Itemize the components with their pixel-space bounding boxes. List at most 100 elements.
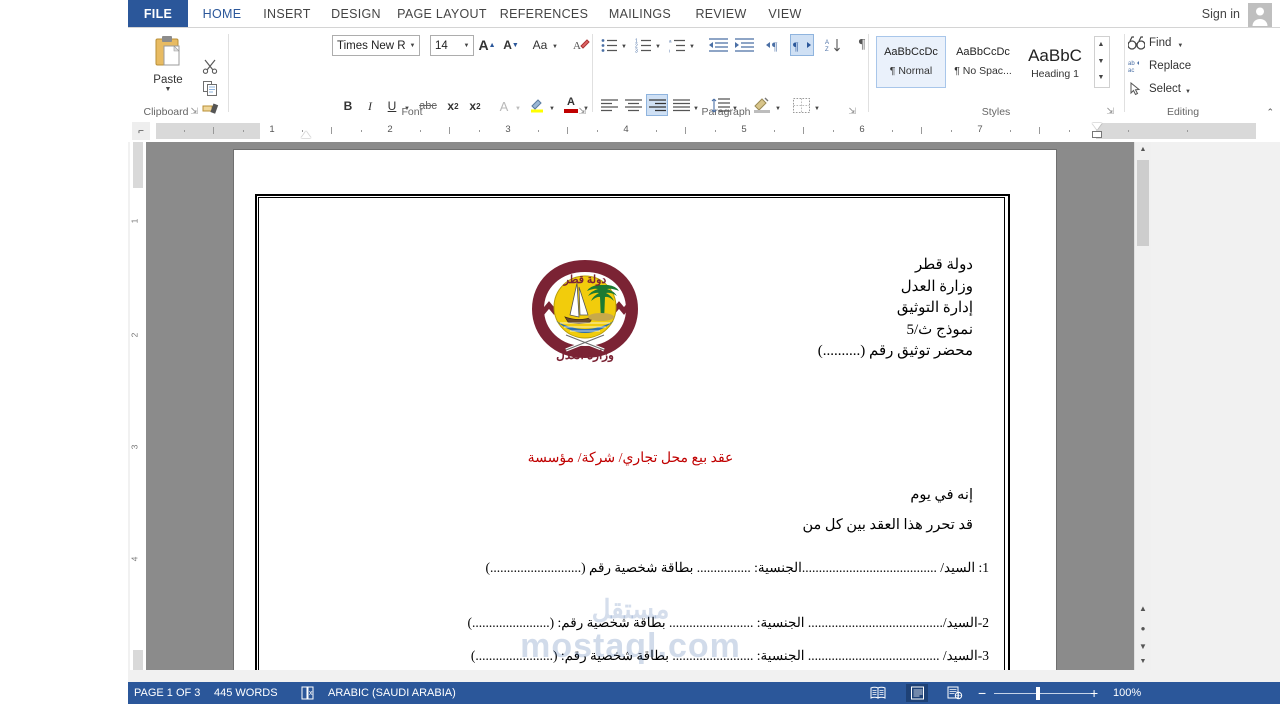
tab-design[interactable]: DESIGN: [324, 0, 388, 28]
zoom-level[interactable]: 100%: [1113, 682, 1141, 704]
scrollbar-thumb[interactable]: [1137, 160, 1149, 246]
bullets-caret[interactable]: ▼: [621, 44, 627, 50]
zoom-slider-track[interactable]: [994, 693, 1094, 694]
group-separator: [228, 34, 229, 112]
zoom-slider-handle[interactable]: [1036, 687, 1040, 700]
multilevel-caret[interactable]: ▼: [689, 44, 695, 50]
group-label-editing: Editing: [1166, 106, 1200, 118]
find-button[interactable]: Find ▼: [1128, 32, 1183, 54]
more-styles-icon[interactable]: ▼: [1095, 70, 1107, 86]
group-separator: [1124, 34, 1125, 112]
style-item-no-spacing[interactable]: AaBbCcDc ¶ No Spac...: [948, 36, 1018, 88]
scroll-down-arrow[interactable]: ▼: [1135, 654, 1151, 670]
grow-font-label: A: [478, 37, 489, 53]
header-line: وزارة العدل: [900, 278, 973, 295]
vertical-scrollbar[interactable]: ▲ ▲ ● ▼ ▼: [1134, 142, 1151, 670]
document-content[interactable]: دولة قطر وزارة العدل دولة قطر وزارة العد…: [258, 197, 1003, 670]
font-dialog-launcher[interactable]: ⇲: [578, 106, 586, 117]
select-browse-object-icon[interactable]: ●: [1135, 620, 1151, 638]
collapse-ribbon-button[interactable]: ⌃: [1266, 107, 1274, 118]
numbering-caret[interactable]: ▼: [655, 44, 661, 50]
copy-button[interactable]: [202, 80, 222, 100]
styles-dialog-launcher[interactable]: ⇲: [1106, 106, 1114, 117]
tab-file[interactable]: FILE: [128, 0, 188, 28]
line-spacing-icon[interactable]: [708, 94, 732, 116]
decrease-indent-icon[interactable]: [706, 34, 730, 56]
format-painter-button[interactable]: [202, 100, 222, 120]
replace-button[interactable]: ab ac Replace: [1128, 55, 1191, 77]
svg-text:¶: ¶: [772, 39, 778, 52]
ruler-number: 3: [505, 124, 511, 135]
paste-button[interactable]: Paste ▼: [144, 32, 192, 104]
shrink-font-button[interactable]: A ▼: [500, 34, 522, 56]
previous-page-icon[interactable]: ▲: [1135, 600, 1151, 618]
cut-button[interactable]: [202, 58, 222, 78]
pilcrow-icon[interactable]: ¶: [852, 34, 872, 56]
zoom-out-button[interactable]: −: [978, 682, 986, 704]
paste-dropdown-caret[interactable]: ▼: [144, 86, 192, 93]
find-caret[interactable]: ▼: [1177, 43, 1183, 49]
tab-insert[interactable]: INSERT: [256, 0, 318, 28]
borders-caret[interactable]: ▼: [814, 106, 820, 112]
numbered-list-icon[interactable]: 123: [632, 34, 654, 56]
borders-icon[interactable]: [790, 94, 812, 116]
select-label: Select: [1149, 83, 1181, 95]
web-layout-icon[interactable]: [944, 684, 966, 702]
tab-view[interactable]: VIEW: [760, 0, 810, 28]
change-case-button[interactable]: Aa: [528, 34, 552, 56]
left-tab-stop-icon[interactable]: ⌐: [132, 122, 150, 140]
document-page[interactable]: دولة قطر وزارة العدل دولة قطر وزارة العد…: [234, 150, 1056, 670]
chevron-down-icon[interactable]: ▼: [460, 43, 473, 49]
group-separator: [868, 34, 869, 112]
styles-scroll-controls[interactable]: ▲ ▼ ▼: [1094, 36, 1110, 88]
left-to-right-text-icon[interactable]: ¶: [764, 34, 788, 56]
svg-text:A: A: [825, 40, 829, 46]
increase-indent-icon[interactable]: [732, 34, 756, 56]
clipboard-dialog-launcher[interactable]: ⇲: [190, 106, 198, 117]
read-mode-icon[interactable]: [867, 684, 889, 702]
status-page-number[interactable]: PAGE 1 OF 3: [134, 682, 200, 704]
tab-review[interactable]: REVIEW: [688, 0, 754, 28]
left-indent-marker[interactable]: [301, 131, 311, 138]
scroll-up-arrow[interactable]: ▲: [1135, 142, 1151, 158]
right-indent-marker[interactable]: [1092, 131, 1102, 138]
status-language[interactable]: ARABIC (SAUDI ARABIA): [328, 682, 456, 704]
tab-home[interactable]: HOME: [194, 0, 250, 28]
sort-az-icon[interactable]: AZ: [822, 34, 844, 56]
zoom-in-button[interactable]: +: [1090, 682, 1098, 704]
style-item-heading-1[interactable]: AaBbC Heading 1: [1020, 36, 1090, 88]
scroll-up-icon[interactable]: ▲: [1095, 37, 1107, 53]
shading-caret[interactable]: ▼: [775, 106, 781, 112]
select-button[interactable]: Select ▼: [1128, 78, 1191, 100]
right-to-left-text-icon[interactable]: ¶: [790, 34, 814, 56]
multilevel-list-icon[interactable]: ai: [666, 34, 688, 56]
tab-mailings[interactable]: MAILINGS: [598, 0, 682, 28]
style-item-normal[interactable]: AaBbCcDc ¶ Normal: [876, 36, 946, 88]
svg-text:ac: ac: [1128, 68, 1134, 73]
vertical-ruler[interactable]: 1 2 3 4: [129, 142, 146, 670]
select-caret[interactable]: ▼: [1185, 89, 1191, 95]
horizontal-ruler-area: ⌐ 7 6 5 4 3 2 1: [128, 120, 1280, 142]
account-person-icon[interactable]: [1248, 3, 1272, 27]
proofing-errors-icon[interactable]: x: [296, 684, 318, 702]
bullet-list-icon[interactable]: [598, 34, 620, 56]
paragraph-dialog-launcher[interactable]: ⇲: [848, 106, 856, 117]
document-canvas[interactable]: دولة قطر وزارة العدل دولة قطر وزارة العد…: [146, 142, 1134, 670]
scroll-down-icon[interactable]: ▼: [1095, 54, 1107, 70]
clear-formatting-icon[interactable]: A: [570, 34, 592, 56]
tab-references[interactable]: REFERENCES: [496, 0, 592, 28]
horizontal-ruler[interactable]: 7 6 5 4 3 2 1: [156, 123, 1256, 139]
change-case-caret[interactable]: ▼: [552, 44, 558, 50]
svg-text:a: a: [669, 38, 672, 43]
font-name-combo[interactable]: Times New Ro ▼: [332, 35, 420, 56]
chevron-down-icon[interactable]: ▼: [406, 43, 419, 49]
font-size-combo[interactable]: 14 ▼: [430, 35, 474, 56]
grow-font-button[interactable]: A ▲: [476, 34, 498, 56]
print-layout-icon[interactable]: [906, 684, 928, 702]
status-word-count[interactable]: 445 WORDS: [214, 682, 278, 704]
tab-page-layout[interactable]: PAGE LAYOUT: [394, 0, 490, 28]
line-spacing-caret[interactable]: ▼: [732, 106, 738, 112]
shading-icon[interactable]: [750, 92, 774, 116]
sign-in-button[interactable]: Sign in: [1202, 0, 1240, 28]
first-line-indent-marker[interactable]: [1092, 123, 1102, 130]
